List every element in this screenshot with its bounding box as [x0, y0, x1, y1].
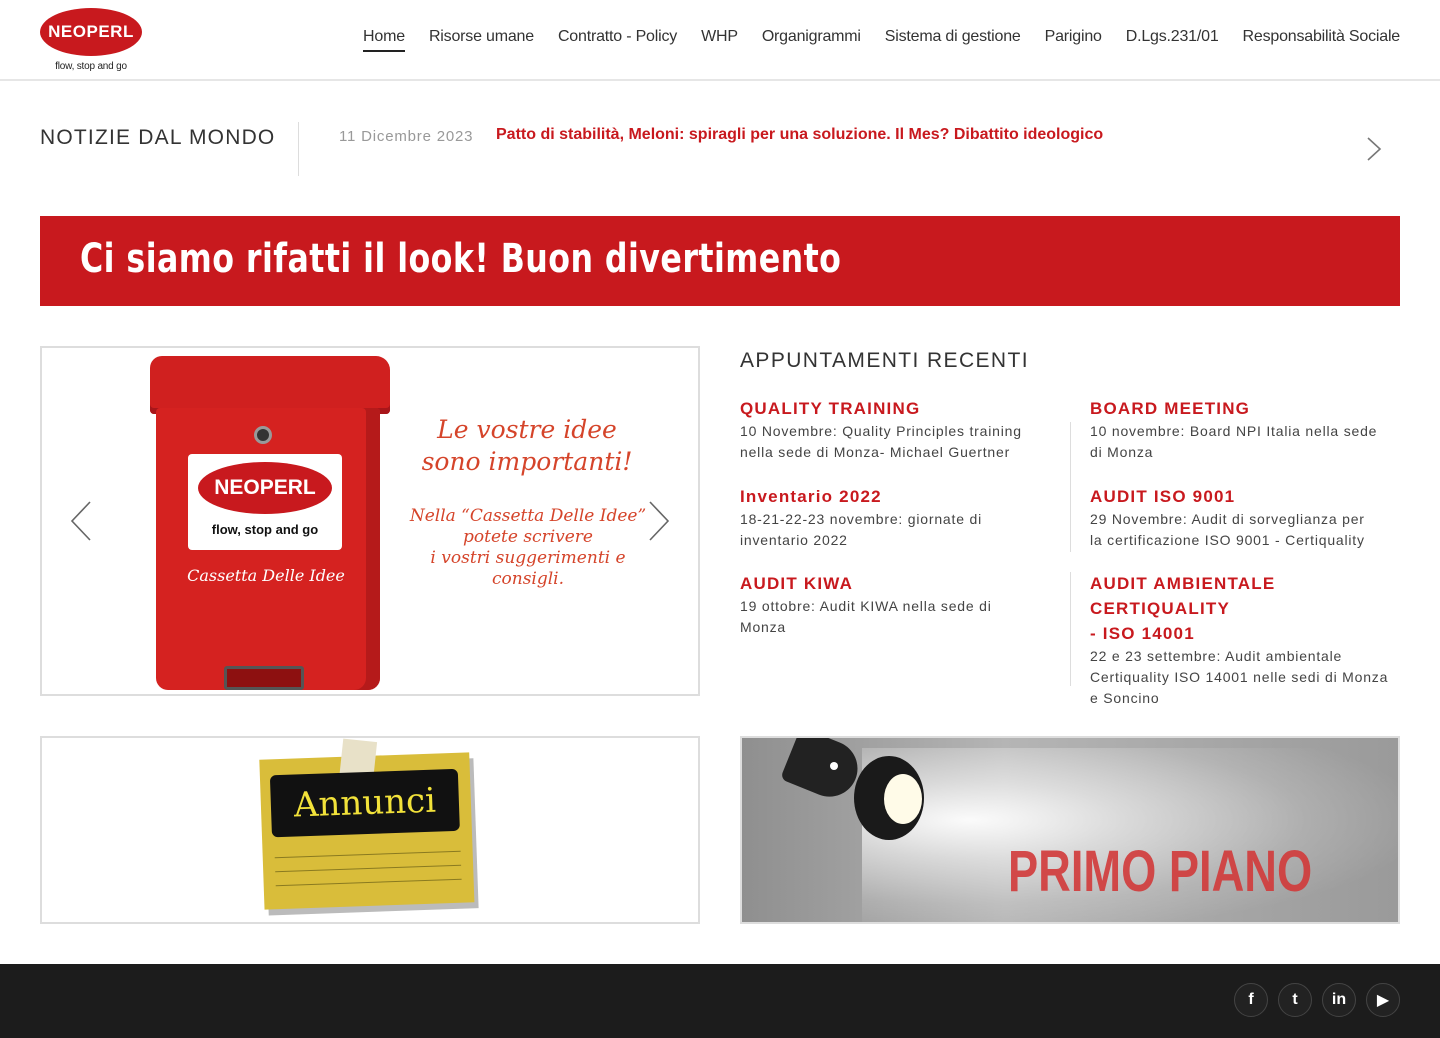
appointment-title: AUDIT KIWA [740, 574, 854, 593]
appointment-desc-line: 19 ottobre: Audit KIWA nella sede di [740, 598, 992, 614]
appointment-item[interactable]: QUALITY TRAINING 10 Novembre: Quality Pr… [740, 396, 1050, 463]
appointment-desc-line: di Monza [1090, 444, 1154, 460]
appointment-item[interactable]: AUDIT KIWA 19 ottobre: Audit KIWA nella … [740, 571, 1050, 638]
news-date: 11 Dicembre 2023 [339, 128, 474, 145]
slide-subtext-line-3: i vostri suggerimenti e [430, 548, 626, 568]
nav-whp[interactable]: WHP [701, 28, 738, 52]
chevron-right-icon[interactable] [1362, 136, 1384, 162]
appointment-item[interactable]: Inventario 2022 18-21-22-23 novembre: gi… [740, 484, 1050, 551]
appointment-desc-line: 29 Novembre: Audit di sorveglianza per [1090, 511, 1365, 527]
chevron-right-icon[interactable] [646, 500, 672, 542]
linkedin-icon[interactable]: in [1322, 983, 1356, 1017]
slide-headline-line-2: sono importanti! [421, 447, 633, 476]
lock-icon [254, 426, 272, 444]
primo-piano-label: PRIMO PIANO [1008, 839, 1313, 904]
twitter-icon[interactable]: t [1278, 983, 1312, 1017]
appointment-title-line: AUDIT AMBIENTALE CERTIQUALITY [1090, 574, 1276, 618]
spotlight-bulb [884, 774, 922, 824]
appointments-divider [1070, 572, 1071, 686]
appointments-divider [1070, 422, 1071, 486]
nav-risorse-umane[interactable]: Risorse umane [429, 28, 534, 52]
facebook-icon[interactable]: f [1234, 983, 1268, 1017]
slide-subtext: Nella “Cassetta Delle Idee” potete scriv… [400, 506, 656, 590]
main-nav: Home Risorse umane Contratto - Policy WH… [339, 28, 1400, 52]
news-ticker: NOTIZIE DAL MONDO 11 Dicembre 2023 Patto… [40, 122, 1400, 176]
site-header: NEOPERL flow, stop and go Home Risorse u… [0, 0, 1440, 81]
mailbox-label-card: NEOPERL flow, stop and go [188, 454, 342, 550]
mailbox-name: Cassetta Delle Idee [187, 566, 345, 585]
appointment-desc: 10 Novembre: Quality Principles training… [740, 421, 1050, 463]
news-headline-link[interactable]: Patto di stabilità, Meloni: spiragli per… [496, 126, 1103, 144]
nav-parigino[interactable]: Parigino [1045, 28, 1102, 52]
appointment-desc-line: inventario 2022 [740, 532, 848, 548]
appointment-desc-line: Certiquality ISO 14001 nelle sedi di Mon… [1090, 669, 1389, 685]
appointment-desc: 22 e 23 settembre: Audit ambientale Cert… [1090, 646, 1400, 709]
appointment-title: QUALITY TRAINING [740, 399, 921, 418]
annunci-note-image: Annunci [259, 738, 475, 917]
spotlight-dot [830, 762, 838, 770]
appointments-divider [1070, 484, 1071, 552]
chevron-left-icon[interactable] [68, 500, 94, 542]
news-divider [298, 122, 299, 176]
appointment-desc-line: 10 novembre: Board NPI Italia nella sede [1090, 423, 1378, 439]
mailbox-logo: NEOPERL [198, 462, 332, 514]
appointment-desc-line: Monza [740, 619, 787, 635]
announcement-banner: Ci siamo rifatti il look! Buon divertime… [40, 216, 1400, 306]
annunci-label: Annunci [269, 768, 460, 838]
appointment-desc-line: nella sede di Monza- Michael Guertner [740, 444, 1011, 460]
appointment-title: AUDIT ISO 9001 [1090, 487, 1236, 506]
logo-tagline: flow, stop and go [55, 61, 127, 72]
appointments-title: APPUNTAMENTI RECENTI [740, 349, 1029, 372]
slide-subtext-line-4: consigli. [491, 569, 565, 589]
spotlight-body [780, 738, 866, 806]
banner-text: Ci siamo rifatti il look! Buon divertime… [80, 236, 842, 282]
appointment-desc-line: 10 Novembre: Quality Principles training [740, 423, 1022, 439]
appointment-desc: 10 novembre: Board NPI Italia nella sede… [1090, 421, 1400, 463]
slide-headline: Le vostre idee sono importanti! [402, 414, 652, 478]
ideas-slider[interactable]: NEOPERL flow, stop and go Cassetta Delle… [40, 346, 700, 696]
appointment-desc: 19 ottobre: Audit KIWA nella sede di Mon… [740, 596, 1050, 638]
appointment-title: Inventario 2022 [740, 487, 882, 506]
mailbox-body: NEOPERL flow, stop and go Cassetta Delle… [156, 408, 380, 690]
appointment-title-line: - ISO 14001 [1090, 624, 1195, 643]
appointment-desc: 18-21-22-23 novembre: giornate di invent… [740, 509, 1050, 551]
youtube-icon[interactable]: ▶ [1366, 983, 1400, 1017]
nav-sistema-di-gestione[interactable]: Sistema di gestione [885, 28, 1021, 52]
appointment-desc-line: 22 e 23 settembre: Audit ambientale [1090, 648, 1343, 664]
primo-piano-box[interactable]: PRIMO PIANO [740, 736, 1400, 924]
mailbox-slot [224, 666, 304, 690]
appointment-desc-line: e Soncino [1090, 690, 1160, 706]
slide-headline-line-1: Le vostre idee [437, 415, 617, 444]
appointment-item[interactable]: AUDIT ISO 9001 29 Novembre: Audit di sor… [1090, 484, 1400, 551]
appointment-title: BOARD MEETING [1090, 399, 1251, 418]
appointment-title: AUDIT AMBIENTALE CERTIQUALITY - ISO 1400… [1090, 571, 1400, 646]
nav-home[interactable]: Home [363, 28, 405, 52]
appointment-item[interactable]: BOARD MEETING 10 novembre: Board NPI Ita… [1090, 396, 1400, 463]
mailbox-lid [150, 356, 390, 414]
slide-subtext-line-2: potete scrivere [463, 527, 593, 547]
nav-responsabilita-sociale[interactable]: Responsabilità Sociale [1243, 28, 1401, 52]
appointment-desc: 29 Novembre: Audit di sorveglianza per l… [1090, 509, 1400, 551]
appointment-desc-line: 18-21-22-23 novembre: giornate di [740, 511, 982, 527]
mailbox-tagline: flow, stop and go [211, 522, 319, 537]
appointment-desc-line: la certificazione ISO 9001 - Certiqualit… [1090, 532, 1365, 548]
nav-organigrammi[interactable]: Organigrammi [762, 28, 861, 52]
neoperl-logo[interactable]: NEOPERL flow, stop and go [40, 8, 142, 74]
logo-wordmark: NEOPERL [40, 8, 142, 56]
annunci-box[interactable]: Annunci [40, 736, 700, 924]
nav-dlgs-231[interactable]: D.Lgs.231/01 [1126, 28, 1219, 52]
nav-contratto-policy[interactable]: Contratto - Policy [558, 28, 677, 52]
mailbox-image: NEOPERL flow, stop and go Cassetta Delle… [150, 356, 392, 692]
slide-subtext-line-1: Nella “Cassetta Delle Idee” [409, 506, 647, 526]
appointment-item[interactable]: AUDIT AMBIENTALE CERTIQUALITY - ISO 1400… [1090, 571, 1400, 709]
site-footer: f t in ▶ [0, 964, 1440, 1038]
recent-appointments: APPUNTAMENTI RECENTI QUALITY TRAINING 10… [740, 346, 1400, 706]
news-section-title: NOTIZIE DAL MONDO [40, 126, 276, 149]
